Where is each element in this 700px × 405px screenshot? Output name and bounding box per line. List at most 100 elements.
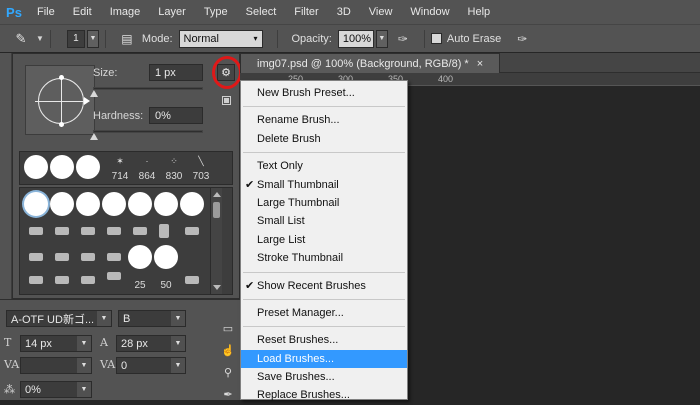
menu-item-show-recent-brushes[interactable]: ✔ Show Recent Brushes: [241, 277, 407, 295]
scroll-down-icon[interactable]: [213, 285, 221, 290]
menu-view[interactable]: View: [360, 0, 402, 24]
brush-preset-round[interactable]: [154, 192, 178, 216]
brush-preset-round[interactable]: [24, 192, 48, 216]
size-slider-knob[interactable]: [90, 90, 98, 97]
brush-preset-tip[interactable]: [55, 253, 69, 261]
menu-item-preset-manager[interactable]: Preset Manager...: [241, 304, 407, 322]
zoom-icon[interactable]: ⚲: [221, 366, 235, 379]
brush-preset-tip[interactable]: [107, 253, 121, 261]
menu-item-save-brushes[interactable]: Save Brushes...: [241, 368, 407, 386]
brush-preset-round[interactable]: [128, 245, 152, 269]
document-tab[interactable]: img07.psd @ 100% (Background, RGB/8) * ×: [240, 53, 500, 73]
menu-item-large-thumbnail[interactable]: Large Thumbnail: [241, 194, 407, 212]
menu-item-replace-brushes[interactable]: Replace Brushes...: [241, 386, 407, 404]
menu-item-load-brushes[interactable]: Load Brushes...: [241, 349, 407, 369]
menu-item-small-list[interactable]: Small List: [241, 212, 407, 230]
kerning-icon: VA: [4, 358, 20, 371]
brush-panel-toggle-icon[interactable]: ▤: [118, 30, 136, 48]
new-preset-icon[interactable]: [222, 96, 231, 105]
brush-preset-tip[interactable]: [185, 227, 199, 235]
brush-preset-tip[interactable]: [29, 276, 43, 284]
recent-brush[interactable]: ⁘ 830: [162, 154, 186, 182]
pen-icon[interactable]: ✒: [221, 388, 235, 401]
brush-preset-round[interactable]: [128, 192, 152, 216]
recent-brush-round[interactable]: [76, 155, 100, 179]
brush-preset-tip[interactable]: [81, 227, 95, 235]
menu-help[interactable]: Help: [459, 0, 500, 24]
hardness-slider-knob[interactable]: [90, 133, 98, 140]
brush-preset-tip[interactable]: [29, 253, 43, 261]
kerning-select[interactable]: ▼: [20, 357, 92, 374]
angle-arrow-icon[interactable]: [84, 97, 90, 105]
brush-preset-tip[interactable]: [81, 253, 95, 261]
recent-brush[interactable]: · 864: [135, 154, 159, 182]
pressure-size-icon[interactable]: ✑: [513, 30, 531, 48]
close-tab-icon[interactable]: ×: [477, 58, 483, 70]
recent-brush-round[interactable]: [24, 155, 48, 179]
brush-size-preview[interactable]: 1: [66, 29, 85, 48]
brush-preset-tip[interactable]: [185, 276, 199, 284]
menu-item-delete-brush[interactable]: Delete Brush: [241, 130, 407, 148]
roundness-handle[interactable]: [59, 122, 64, 127]
font-size-select[interactable]: 14 px ▼: [20, 335, 92, 352]
brush-preset-tip[interactable]: [29, 227, 43, 235]
mode-select[interactable]: Normal ▾: [178, 29, 263, 48]
font-style-select[interactable]: B ▼: [118, 310, 186, 327]
brush-angle-preview[interactable]: [25, 65, 95, 135]
menu-item-small-thumbnail[interactable]: ✔ Small Thumbnail: [241, 176, 407, 194]
recent-brush-round[interactable]: [50, 155, 74, 179]
roundness-handle[interactable]: [59, 75, 64, 80]
size-input[interactable]: 1 px: [149, 64, 203, 81]
scroll-up-icon[interactable]: [213, 192, 221, 197]
brush-preset-tip[interactable]: [107, 272, 121, 280]
menu-3d[interactable]: 3D: [328, 0, 360, 24]
menu-edit[interactable]: Edit: [64, 0, 101, 24]
brush-preset-tip[interactable]: [55, 276, 69, 284]
grid-scrollbar[interactable]: [210, 188, 222, 294]
brush-preset-tip[interactable]: [55, 227, 69, 235]
brush-preset-tip[interactable]: [133, 227, 147, 235]
smudge-icon[interactable]: ☝: [221, 344, 235, 357]
menu-layer[interactable]: Layer: [149, 0, 195, 24]
pressure-opacity-icon[interactable]: ✑: [394, 30, 412, 48]
brush-preset-round[interactable]: [102, 192, 126, 216]
recent-brush[interactable]: ╲ 703: [189, 154, 213, 182]
auto-erase-checkbox[interactable]: [430, 33, 442, 44]
hardness-input[interactable]: 0%: [149, 107, 203, 124]
recent-brushes-strip: ✶ 714 · 864 ⁘ 830 ╲ 703: [19, 151, 233, 185]
scroll-thumb[interactable]: [213, 202, 220, 218]
menu-image[interactable]: Image: [101, 0, 150, 24]
hardness-slider[interactable]: [93, 130, 203, 133]
tool-preset-dropdown-icon[interactable]: ▼: [36, 34, 44, 43]
recent-brush[interactable]: ✶ 714: [108, 154, 132, 182]
menu-window[interactable]: Window: [401, 0, 458, 24]
menu-type[interactable]: Type: [195, 0, 237, 24]
brush-preset-tip[interactable]: [81, 276, 95, 284]
size-slider[interactable]: [93, 87, 203, 90]
brush-preset-round[interactable]: [154, 245, 178, 269]
leading-select[interactable]: 28 px ▼: [116, 335, 186, 352]
opacity-input[interactable]: 100%: [337, 29, 374, 48]
tracking-select[interactable]: 0 ▼: [116, 357, 186, 374]
menu-select[interactable]: Select: [237, 0, 286, 24]
rectangle-icon[interactable]: ▭: [221, 322, 235, 335]
brush-preset-tip[interactable]: [159, 224, 169, 238]
menu-item-large-list[interactable]: Large List: [241, 231, 407, 249]
menu-filter[interactable]: Filter: [285, 0, 327, 24]
tracking-percent-select[interactable]: 0% ▼: [20, 381, 92, 398]
opacity-dropdown-icon[interactable]: ▼: [375, 29, 388, 48]
menu-item-rename-brush[interactable]: Rename Brush...: [241, 111, 407, 129]
font-family-select[interactable]: A-OTF UD新ゴ... ▼: [6, 310, 112, 327]
brush-tool-icon[interactable]: ✎: [10, 29, 32, 49]
brush-picker-dropdown-icon[interactable]: ▼: [86, 29, 99, 48]
menu-file[interactable]: File: [28, 0, 64, 24]
menu-item-reset-brushes[interactable]: Reset Brushes...: [241, 331, 407, 349]
brush-preset-tip[interactable]: [107, 227, 121, 235]
brush-preset-round[interactable]: [180, 192, 204, 216]
brush-preset-round[interactable]: [76, 192, 100, 216]
menu-item-text-only[interactable]: Text Only: [241, 157, 407, 175]
brush-preset-round[interactable]: [50, 192, 74, 216]
brush-size-number: 714: [111, 171, 129, 182]
menu-item-new-brush-preset[interactable]: New Brush Preset...: [241, 84, 407, 102]
menu-item-stroke-thumbnail[interactable]: Stroke Thumbnail: [241, 249, 407, 267]
